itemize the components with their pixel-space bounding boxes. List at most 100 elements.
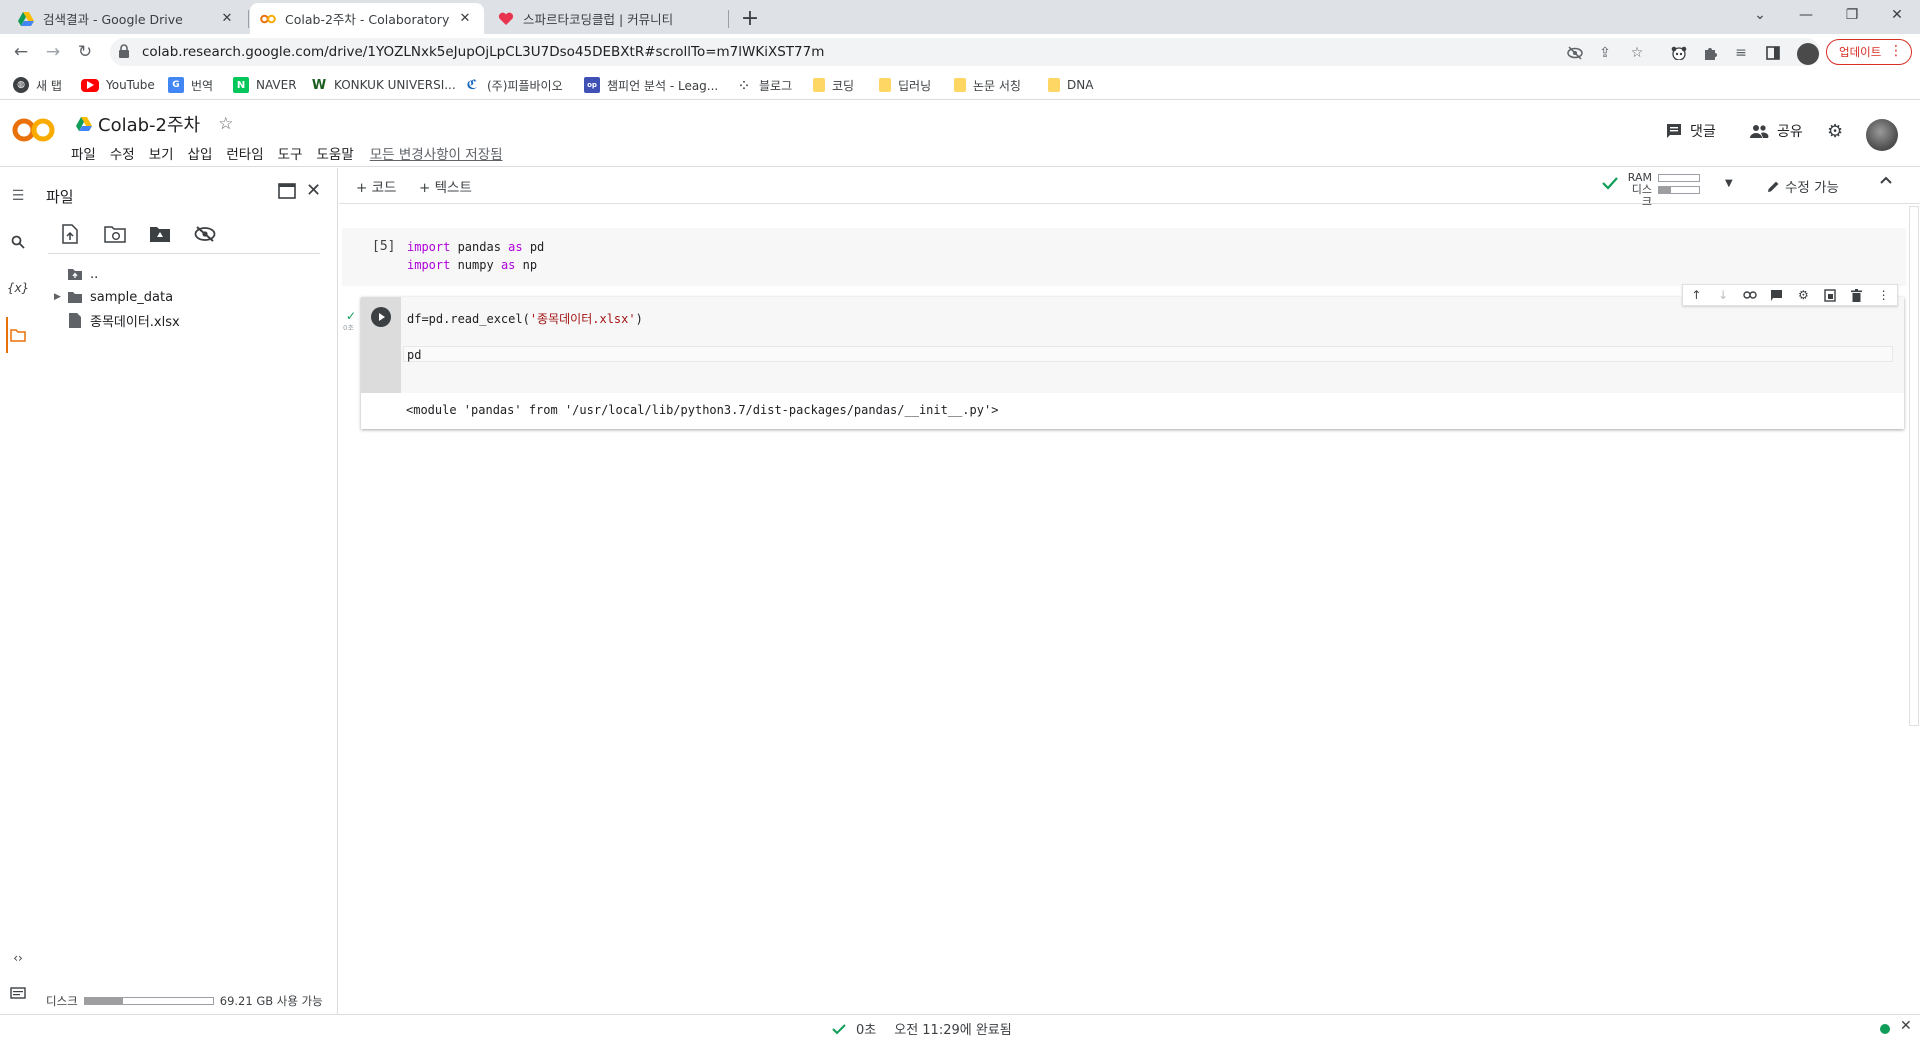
tree-item-sample-data[interactable]: ▶ sample_data [54,286,173,308]
settings-gear-icon[interactable]: ⚙ [1827,121,1843,142]
code-line[interactable]: df=pd.read_excel('종목데이터.xlsx') [407,310,643,327]
editable-mode-button[interactable]: 수정 가능 [1767,176,1839,196]
close-window-icon[interactable]: ✕ [1874,0,1920,30]
files-folder-icon[interactable] [8,325,28,345]
forward-icon[interactable]: → [40,39,66,65]
code-line[interactable]: import pandas as pd [407,240,544,254]
close-panel-icon[interactable]: ✕ [306,180,321,201]
tab-colab[interactable]: Colab-2주차 - Colaboratory ✕ [250,3,484,34]
move-cell-down-icon[interactable]: ↓ [1710,285,1737,305]
menu-view[interactable]: 보기 [149,143,174,163]
menu-runtime[interactable]: 런타임 [226,143,263,163]
tab-sparta[interactable]: 스파르타코딩클럽 | 커뮤니티 [488,3,726,34]
close-status-icon[interactable]: ✕ [1900,1018,1912,1034]
add-text-button[interactable]: + 텍스트 [419,176,472,196]
run-cell-button[interactable] [371,307,391,327]
profile-avatar[interactable] [1797,43,1819,65]
url-text[interactable]: colab.research.google.com/drive/1YOZLNxk… [142,44,824,60]
tree-item-parent[interactable]: .. [54,263,98,285]
reload-icon[interactable]: ↻ [72,39,98,65]
close-tab-icon[interactable] [698,10,716,28]
variables-icon[interactable]: {x} [7,278,29,298]
panda-extension-icon[interactable] [1669,43,1689,63]
resource-dropdown-icon[interactable]: ▼ [1725,178,1733,189]
bookmark-peoplebio[interactable]: ℭ (주)피플바이오 [464,76,563,94]
google-drive-icon [18,11,34,27]
bookmark-folder-deeplearning[interactable]: 딥러닝 [879,76,931,94]
tab-title: Colab-2주차 - Colaboratory [285,12,450,27]
account-avatar[interactable] [1866,119,1898,151]
comment-button[interactable]: 댓글 [1666,121,1716,141]
table-of-contents-icon[interactable]: ☰ [8,186,28,206]
update-button[interactable]: 업데이트 ⋮ [1826,39,1912,65]
colab-logo[interactable] [12,115,56,145]
disk-label: 디스크 [46,994,78,1008]
delete-cell-icon[interactable] [1844,285,1871,305]
youtube-icon [81,78,99,92]
connected-check-icon[interactable] [1602,176,1618,190]
naver-icon: N [233,77,249,93]
close-tab-icon[interactable]: ✕ [218,10,236,28]
menu-file[interactable]: 파일 [71,143,96,163]
restore-icon[interactable]: ❐ [1829,0,1875,30]
bookmark-folder-coding[interactable]: 코딩 [813,76,854,94]
side-panel-icon[interactable] [1763,43,1783,63]
minimize-icon[interactable]: — [1783,0,1829,30]
back-icon[interactable]: ← [8,39,34,65]
menu-edit[interactable]: 수정 [110,143,135,163]
tab-google-drive[interactable]: 검색결과 - Google Drive ✕ [8,3,246,34]
notebook-title[interactable]: Colab-2주차 [98,111,200,137]
share-page-icon[interactable]: ⇪ [1596,44,1614,62]
execution-status[interactable]: 0초 오전 11:29에 완료됨 [832,1019,1012,1038]
star-icon[interactable]: ☆ [218,114,233,134]
mirror-cell-icon[interactable] [1817,285,1844,305]
collapse-header-icon[interactable] [1880,176,1892,184]
add-code-button[interactable]: + 코드 [356,176,396,196]
code-cell-imports[interactable] [342,228,1906,286]
pencil-icon [1767,180,1780,193]
resource-monitor[interactable]: RAM 디스크 [1622,172,1700,208]
bookmark-star-icon[interactable]: ☆ [1628,44,1646,62]
extensions-puzzle-icon[interactable] [1701,43,1721,63]
bookmark-translate[interactable]: G 번역 [168,76,213,94]
link-to-cell-icon[interactable] [1737,285,1764,305]
search-icon[interactable] [8,232,28,252]
bookmark-naver[interactable]: N NAVER [233,76,297,94]
bookmark-new-tab[interactable]: ◍ 새 탭 [13,76,62,94]
tree-item-xlsx[interactable]: 종목데이터.xlsx [54,309,180,331]
menu-insert[interactable]: 삽입 [188,143,213,163]
add-comment-icon[interactable] [1763,285,1790,305]
bookmark-konkuk[interactable]: W KONKUK UNIVERSI... [311,76,456,94]
new-tab-button[interactable]: + [737,5,763,31]
bookmark-league[interactable]: op 챔피언 분석 - Leag... [584,76,718,94]
bookmark-folder-papers[interactable]: 논문 서칭 [954,76,1021,94]
tab-search-icon[interactable]: ⌄ [1737,0,1783,30]
mount-drive-icon[interactable] [148,222,172,246]
media-queue-icon[interactable]: ≡ [1731,43,1751,63]
saved-status[interactable]: 모든 변경사항이 저장됨 [370,143,503,163]
menu-help[interactable]: 도움말 [316,143,353,163]
bookmark-folder-dna[interactable]: DNA [1048,76,1093,94]
close-tab-icon[interactable]: ✕ [456,10,474,28]
hide-files-icon[interactable] [193,222,217,246]
code-line[interactable]: import numpy as np [407,258,537,272]
upload-file-icon[interactable] [58,222,82,246]
cell-gutter [361,297,401,393]
open-in-tab-icon[interactable] [278,183,296,199]
cell-settings-gear-icon[interactable]: ⚙ [1790,285,1817,305]
lock-icon[interactable] [118,44,130,58]
more-actions-icon[interactable]: ⋮ [1870,285,1897,305]
code-snippets-icon[interactable]: ‹› [8,948,28,968]
command-palette-icon[interactable] [8,983,28,1003]
refresh-folder-icon[interactable] [103,222,127,246]
share-button[interactable]: 공유 [1749,121,1803,141]
code-line[interactable]: pd [407,348,421,362]
address-bar[interactable]: colab.research.google.com/drive/1YOZLNxk… [110,38,1820,66]
bookmark-youtube[interactable]: YouTube [81,76,155,94]
scrollbar-thumb[interactable] [1909,206,1919,726]
expand-caret-icon[interactable]: ▶ [54,292,66,302]
bookmark-blog[interactable]: ⁘ 블로그 [736,76,792,94]
move-cell-up-icon[interactable]: ↑ [1683,285,1710,305]
eye-off-icon[interactable] [1566,44,1584,62]
menu-tools[interactable]: 도구 [278,143,303,163]
